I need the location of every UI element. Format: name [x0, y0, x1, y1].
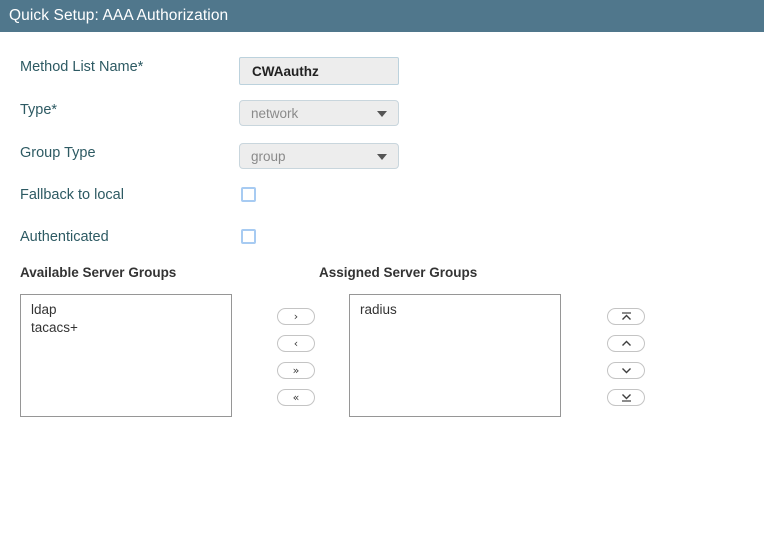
available-server-groups-heading: Available Server Groups — [20, 265, 177, 280]
form-row-fallback-to-local: Fallback to local — [0, 185, 764, 215]
method-list-name-field-wrap — [239, 57, 399, 85]
caret-up-icon — [620, 339, 633, 348]
form-row-method-list-name: Method List Name* — [0, 57, 764, 87]
available-server-groups-list[interactable]: ldap tacacs+ — [20, 294, 232, 417]
caret-up-bar-icon — [620, 311, 633, 322]
assigned-server-groups-heading: Assigned Server Groups — [319, 265, 478, 280]
chevron-down-icon — [377, 111, 387, 117]
move-left-button[interactable]: ‹ — [277, 335, 315, 352]
list-item[interactable]: ldap — [21, 301, 231, 319]
authenticated-field-wrap — [241, 229, 256, 244]
move-up-button[interactable] — [607, 335, 645, 352]
caret-down-icon — [620, 366, 633, 375]
double-chevron-left-icon: « — [292, 391, 300, 404]
fallback-to-local-label: Fallback to local — [20, 187, 124, 203]
group-type-select-value: group — [251, 148, 286, 164]
form-row-group-type: Group Type group — [0, 143, 764, 173]
move-right-button[interactable]: › — [277, 308, 315, 325]
caret-down-bar-icon — [620, 392, 633, 403]
move-all-right-button[interactable]: » — [277, 362, 315, 379]
chevron-right-icon: › — [293, 310, 299, 323]
type-select[interactable]: network — [239, 100, 399, 126]
fallback-to-local-checkbox[interactable] — [241, 187, 256, 202]
type-label: Type* — [20, 102, 58, 118]
chevron-down-icon — [377, 154, 387, 160]
list-item[interactable]: radius — [350, 301, 560, 319]
group-type-label: Group Type — [20, 145, 96, 161]
authenticated-checkbox[interactable] — [241, 229, 256, 244]
fallback-to-local-field-wrap — [241, 187, 256, 202]
window-title-bar: Quick Setup: AAA Authorization — [0, 0, 764, 32]
move-to-top-button[interactable] — [607, 308, 645, 325]
double-chevron-right-icon: » — [292, 364, 300, 377]
page-title: Quick Setup: AAA Authorization — [9, 7, 229, 24]
type-select-value: network — [251, 105, 299, 121]
form-row-type: Type* network — [0, 100, 764, 130]
move-all-left-button[interactable]: « — [277, 389, 315, 406]
move-to-bottom-button[interactable] — [607, 389, 645, 406]
type-field-wrap: network — [239, 100, 399, 126]
list-item[interactable]: tacacs+ — [21, 319, 231, 337]
chevron-left-icon: ‹ — [293, 337, 299, 350]
form-row-authenticated: Authenticated — [0, 227, 764, 257]
group-type-field-wrap: group — [239, 143, 399, 169]
group-type-select[interactable]: group — [239, 143, 399, 169]
method-list-name-input[interactable] — [239, 57, 399, 85]
method-list-name-label: Method List Name* — [20, 59, 144, 75]
authenticated-label: Authenticated — [20, 229, 109, 245]
move-down-button[interactable] — [607, 362, 645, 379]
assigned-server-groups-list[interactable]: radius — [349, 294, 561, 417]
